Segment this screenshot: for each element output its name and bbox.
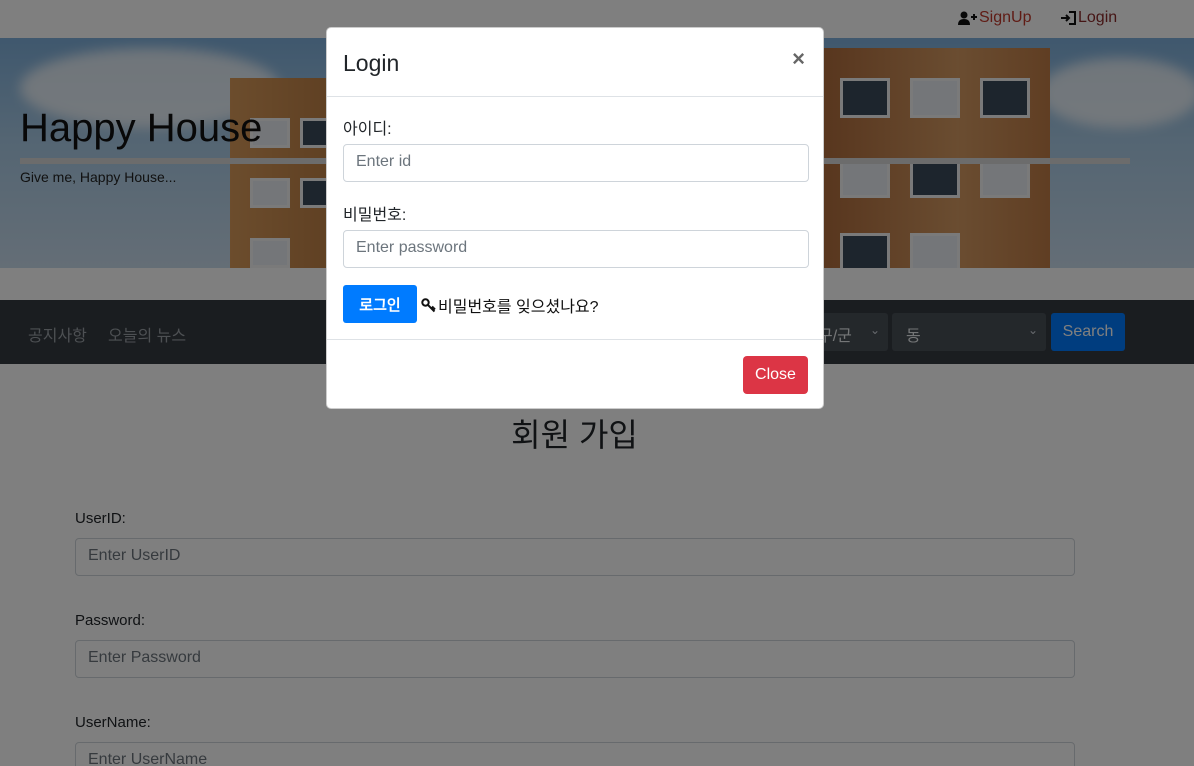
id-input[interactable]: Enter id xyxy=(343,144,809,182)
page: SignUp Login Hap xyxy=(0,0,1194,766)
password-label-modal: 비밀번호: xyxy=(343,207,407,224)
id-label: 아이디: xyxy=(343,121,392,138)
login-modal: Login × 아이디: Enter id 비밀번호: Enter passwo… xyxy=(326,27,824,409)
password-input-modal[interactable]: Enter password xyxy=(343,230,809,268)
login-button[interactable]: 로그인 xyxy=(343,285,417,323)
forgot-password-label: 비밀번호를 잊으셨나요? xyxy=(438,299,599,316)
forgot-password-link[interactable]: 비밀번호를 잊으셨나요? xyxy=(421,293,599,317)
key-icon xyxy=(421,297,436,313)
modal-footer: Close xyxy=(327,339,823,410)
close-icon[interactable]: × xyxy=(792,46,805,72)
close-button[interactable]: Close xyxy=(743,356,808,394)
modal-title: Login xyxy=(343,50,400,76)
modal-header: Login × xyxy=(327,28,823,97)
